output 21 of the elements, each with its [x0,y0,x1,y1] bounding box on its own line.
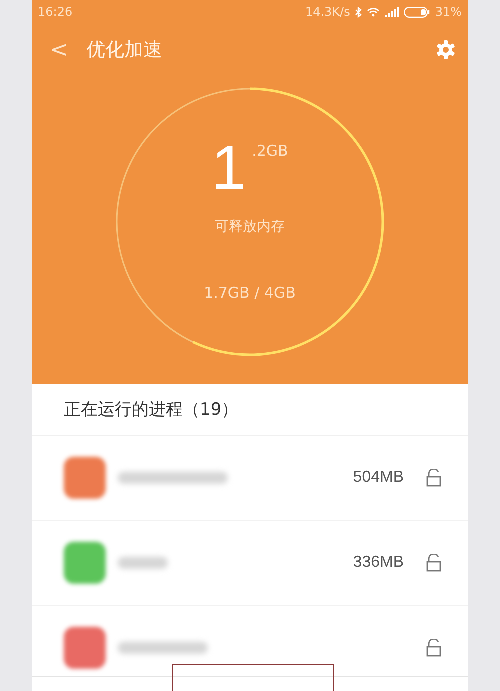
unlocked-padlock-icon[interactable] [426,639,442,657]
free-memory-label: 可释放内存 [215,218,285,236]
back-button[interactable]: < [46,38,72,62]
section-title: 正在运行的进程（19） [32,384,468,436]
unlocked-padlock-icon[interactable] [426,469,442,487]
memory-size: 504MB [353,469,404,487]
free-memory-value: 1 [212,136,246,202]
free-memory-unit: .2GB [252,142,288,162]
settings-icon[interactable] [436,40,456,60]
memory-size: 336MB [353,554,404,572]
unlocked-padlock-icon[interactable] [426,554,442,572]
status-time: 16:26 [38,5,73,19]
blurred-app-name [118,557,168,569]
wifi-icon [367,7,380,17]
signal-icon [385,7,400,17]
memory-usage: 1.7GB / 4GB [204,284,296,302]
network-speed: 14.3K/s [305,5,350,19]
bluetooth-icon [355,6,362,18]
battery-percent: 31% [435,5,462,19]
battery-icon [404,6,430,18]
page-title: 优化加速 [86,38,162,63]
